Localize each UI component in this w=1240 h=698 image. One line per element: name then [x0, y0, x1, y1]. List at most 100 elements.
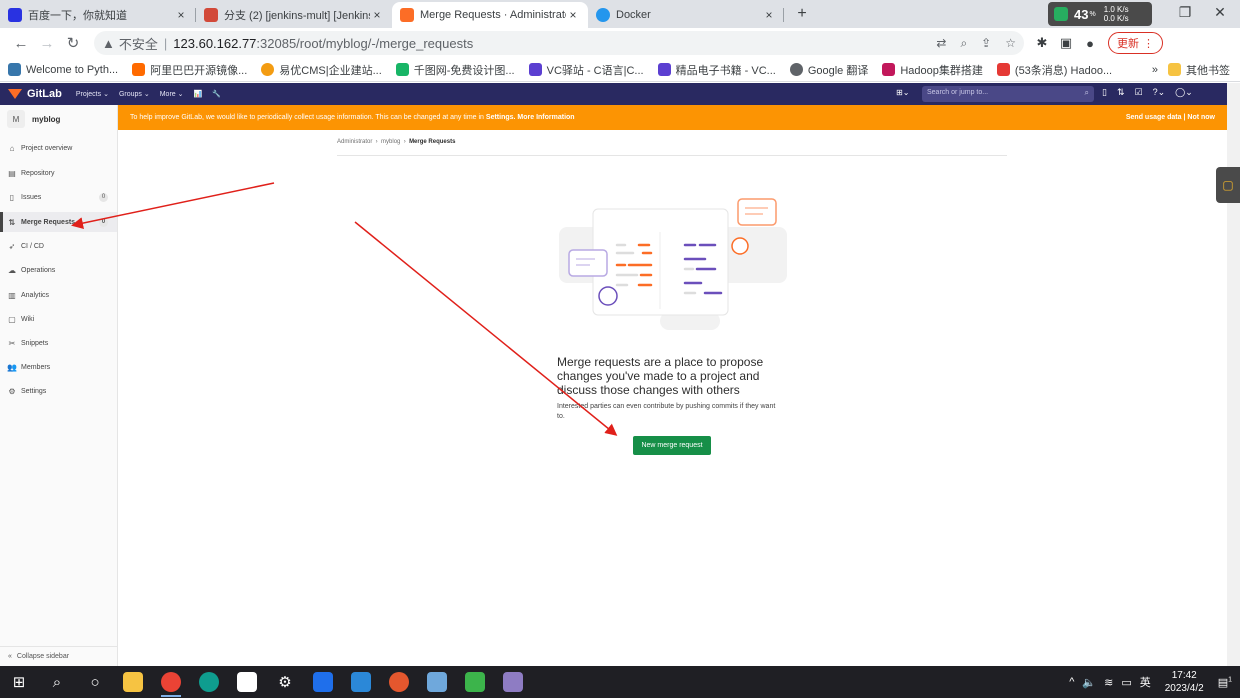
breadcrumb: Administrator › myblog › Merge Requests	[337, 139, 455, 145]
clock-date: 2023/4/2	[1164, 683, 1204, 694]
sidebar-item-settings[interactable]: ⚙ Settings	[0, 381, 117, 401]
forward-icon[interactable]: →	[34, 35, 60, 52]
taskbar-app-green[interactable]	[456, 666, 494, 698]
keyboard-icon[interactable]: ▭	[1121, 676, 1131, 689]
gitlab-logo[interactable]: GitLab	[8, 88, 62, 100]
todo-icon[interactable]: ☑	[1135, 87, 1143, 98]
browser-tab-baidu[interactable]: 百度一下，你就知道 ×	[0, 2, 196, 28]
taskbar-edge[interactable]	[190, 666, 228, 698]
taskbar-settings[interactable]: ⚙	[266, 666, 304, 698]
clock[interactable]: 17:42 2023/4/2	[1165, 669, 1204, 695]
sidebar-item-repository[interactable]: ▤ Repository	[0, 163, 117, 183]
empty-state-subtitle: Interested parties can even contribute b…	[557, 403, 776, 420]
chevron-up-icon[interactable]: ^	[1069, 676, 1074, 688]
close-icon[interactable]: ×	[566, 8, 580, 22]
search-icon[interactable]: ⌕	[38, 666, 76, 698]
bookmark-item[interactable]: 千图网-免费设计图...	[395, 62, 515, 78]
plus-icon[interactable]: ⊞⌄	[896, 88, 909, 97]
sidebar-item-wiki[interactable]: ▢ Wiki	[0, 309, 117, 329]
sidebar-item-merge-requests[interactable]: ⇅ Merge Requests 0	[0, 212, 117, 232]
notification-icon[interactable]: ▤1	[1218, 676, 1232, 689]
issues-icon[interactable]: ▯	[1102, 87, 1107, 98]
bookmark-item[interactable]: 精品电子书籍 - VC...	[657, 62, 776, 78]
zoom-icon[interactable]: ⌕	[960, 36, 967, 51]
sidebar-item-ci-cd[interactable]: ➶ CI / CD	[0, 236, 117, 256]
taskbar-app-red[interactable]	[380, 666, 418, 698]
taskbar-media[interactable]	[342, 666, 380, 698]
bookmark-item[interactable]: Google 翻译	[789, 62, 868, 78]
banner-more-info-link[interactable]: More Information	[517, 114, 574, 121]
sidebar-item-members[interactable]: 👥 Members	[0, 357, 117, 377]
other-bookmarks[interactable]: 其他书签	[1168, 62, 1230, 78]
update-button[interactable]: 更新 ⋮	[1108, 32, 1163, 54]
translate-icon[interactable]: ⇄	[936, 36, 946, 51]
issues-icon: ▯	[9, 192, 15, 202]
close-window-icon[interactable]: ✕	[1210, 4, 1230, 21]
bookmark-item[interactable]: (53条消息) Hadoo...	[996, 62, 1112, 78]
taskbar-chrome[interactable]	[152, 666, 190, 698]
collapse-sidebar-button[interactable]: « Collapse sidebar	[0, 646, 117, 666]
taskbar-app-img[interactable]	[494, 666, 532, 698]
chart-icon[interactable]: 📊	[193, 90, 202, 98]
sidebar-item-analytics[interactable]: ▥ Analytics	[0, 285, 117, 305]
bookmark-item[interactable]: Hadoop集群搭建	[882, 62, 983, 78]
app-icon	[465, 672, 485, 692]
ime-indicator[interactable]: 英	[1140, 674, 1151, 690]
star-icon[interactable]: ☆	[1005, 36, 1016, 51]
python-icon	[8, 63, 21, 76]
new-tab-button[interactable]: +	[790, 2, 814, 26]
not-now-link[interactable]: Not now	[1187, 114, 1215, 121]
sidebar-item-snippets[interactable]: ✂ Snippets	[0, 333, 117, 353]
bookmark-item[interactable]: 阿里巴巴开源镜像...	[132, 62, 247, 78]
close-icon[interactable]: ×	[370, 8, 384, 22]
taskbar-feishu[interactable]	[304, 666, 342, 698]
taskbar-typora[interactable]	[228, 666, 266, 698]
close-icon[interactable]: ×	[174, 8, 188, 22]
taskbar-explorer[interactable]	[114, 666, 152, 698]
side-widget-icon[interactable]: ▢	[1216, 167, 1240, 203]
profile-icon[interactable]: ●	[1078, 36, 1102, 51]
new-merge-request-button[interactable]: New merge request	[633, 436, 711, 455]
share-icon[interactable]: ⇪	[981, 36, 991, 51]
nav-projects[interactable]: Projects ⌄	[76, 90, 109, 98]
sidepanel-icon[interactable]: ▣	[1054, 35, 1078, 51]
address-bar[interactable]: ▲ 不安全 | 123.60.162.77 :32085/root/myblog…	[94, 31, 1024, 55]
breadcrumb-administrator[interactable]: Administrator	[337, 139, 372, 145]
wrench-icon[interactable]: 🔧	[212, 90, 221, 98]
sidebar-item-operations[interactable]: ☁ Operations	[0, 260, 117, 280]
taskbar-app-pen[interactable]	[418, 666, 456, 698]
breadcrumb-myblog[interactable]: myblog	[381, 139, 400, 145]
bookmark-item[interactable]: Welcome to Pyth...	[8, 63, 118, 76]
sidebar-item-issues[interactable]: ▯ Issues 0	[0, 187, 117, 207]
browser-tab-gitlab[interactable]: Merge Requests · Administrator ×	[392, 2, 588, 28]
bookmarks-more-button[interactable]: »	[1152, 64, 1158, 76]
divider	[337, 155, 1007, 156]
project-header[interactable]: M myblog	[0, 105, 117, 133]
browser-tab-docker[interactable]: Docker ×	[588, 2, 784, 28]
avatar[interactable]: ◯⌄	[1175, 87, 1193, 98]
volume-icon[interactable]: 🔈	[1082, 676, 1096, 689]
close-icon[interactable]: ×	[762, 8, 776, 22]
send-usage-data-link[interactable]: Send usage data	[1126, 114, 1182, 121]
bookmark-item[interactable]: VC驿站 - C语言|C...	[528, 62, 644, 78]
vc-icon	[657, 63, 671, 76]
sidebar-item-label: Merge Requests	[21, 218, 76, 226]
help-icon[interactable]: ?⌄	[1153, 87, 1166, 98]
system-monitor-badge[interactable]: 43 % 1.0 K/s 0.0 K/s	[1048, 2, 1152, 26]
network-icon[interactable]: ≋	[1104, 676, 1113, 689]
bookmark-item[interactable]: 易优CMS|企业建站...	[261, 62, 382, 78]
banner-settings-link[interactable]: Settings.	[486, 114, 516, 121]
restore-window-icon[interactable]: ❐	[1175, 4, 1195, 21]
windows-start-icon[interactable]: ⊞	[0, 666, 38, 698]
breadcrumb-merge-requests[interactable]: Merge Requests	[409, 139, 455, 145]
sidebar-item-project-overview[interactable]: ⌂ Project overview	[0, 138, 117, 158]
browser-tab-jenkins[interactable]: 分支 (2) [jenkins-mult] [Jenkins ×	[196, 2, 392, 28]
merge-icon[interactable]: ⇅	[1117, 87, 1125, 98]
nav-more[interactable]: More ⌄	[160, 90, 184, 98]
reload-icon[interactable]: ↻	[60, 34, 86, 52]
search-input[interactable]: Search or jump to... ⌕	[922, 86, 1094, 102]
nav-groups[interactable]: Groups ⌄	[119, 90, 150, 98]
extensions-icon[interactable]: ✱	[1030, 35, 1054, 51]
back-icon[interactable]: ←	[8, 35, 34, 52]
task-view-icon[interactable]: ○	[76, 666, 114, 698]
